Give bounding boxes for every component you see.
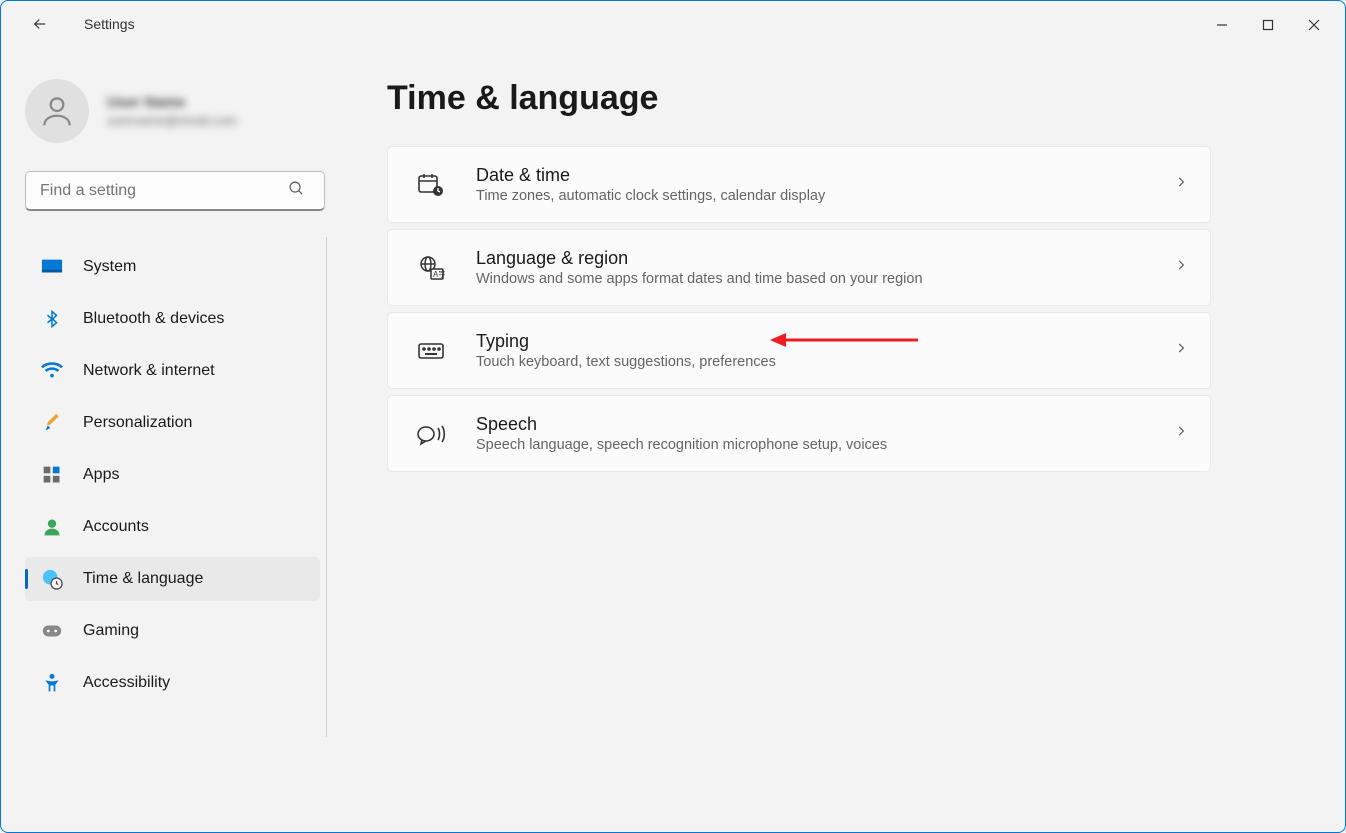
setting-date-time[interactable]: Date & time Time zones, automatic clock … [387, 146, 1211, 223]
sidebar-item-label: Accessibility [83, 674, 170, 692]
gaming-icon [41, 623, 63, 639]
setting-desc: Touch keyboard, text suggestions, prefer… [476, 354, 776, 370]
sidebar-item-apps[interactable]: Apps [25, 453, 320, 497]
sidebar-item-label: Time & language [83, 570, 203, 588]
back-button[interactable] [20, 4, 60, 44]
sidebar-item-accessibility[interactable]: Accessibility [25, 661, 320, 705]
globe-translate-icon: A字 [416, 255, 446, 281]
setting-typing[interactable]: Typing Touch keyboard, text suggestions,… [387, 312, 1211, 389]
accounts-icon [41, 517, 63, 537]
setting-desc: Windows and some apps format dates and t… [476, 271, 923, 287]
calendar-clock-icon [416, 172, 446, 198]
nav: System Bluetooth & devices Network & int… [25, 237, 327, 737]
wifi-icon [41, 362, 63, 380]
sidebar-item-label: Network & internet [83, 362, 215, 380]
paintbrush-icon [41, 413, 63, 433]
maximize-icon [1262, 19, 1274, 31]
sidebar-item-gaming[interactable]: Gaming [25, 609, 320, 653]
close-button[interactable] [1291, 9, 1337, 41]
person-icon [38, 92, 76, 130]
avatar [25, 79, 89, 143]
setting-speech[interactable]: Speech Speech language, speech recogniti… [387, 395, 1211, 472]
sidebar-item-label: Bluetooth & devices [83, 310, 224, 328]
accessibility-icon [41, 672, 63, 694]
account-name: User Name [107, 94, 237, 111]
titlebar [1, 1, 1345, 49]
maximize-button[interactable] [1245, 9, 1291, 41]
sidebar-item-label: System [83, 258, 136, 276]
minimize-icon [1216, 19, 1228, 31]
time-language-icon [41, 568, 63, 590]
bluetooth-icon [41, 308, 63, 330]
apps-icon [41, 465, 63, 485]
chevron-right-icon [1174, 258, 1188, 277]
account-block[interactable]: User Name username@email.com [25, 79, 327, 143]
system-icon [41, 258, 63, 276]
sidebar-item-time-language[interactable]: Time & language [25, 557, 320, 601]
search-icon [288, 180, 305, 202]
keyboard-icon [416, 341, 446, 361]
setting-title: Language & region [476, 248, 923, 269]
sidebar-item-label: Accounts [83, 518, 149, 536]
close-icon [1308, 19, 1320, 31]
main-content: Time & language Date & time Time zones, … [331, 49, 1345, 832]
setting-desc: Time zones, automatic clock settings, ca… [476, 188, 825, 204]
sidebar-item-label: Gaming [83, 622, 139, 640]
speech-icon [416, 422, 446, 446]
sidebar-item-personalization[interactable]: Personalization [25, 401, 320, 445]
svg-text:A字: A字 [433, 269, 445, 279]
sidebar-item-label: Apps [83, 466, 119, 484]
setting-title: Typing [476, 331, 776, 352]
sidebar-item-accounts[interactable]: Accounts [25, 505, 320, 549]
app-title: Settings [84, 16, 135, 32]
search-input[interactable] [25, 171, 325, 211]
chevron-right-icon [1174, 341, 1188, 360]
minimize-button[interactable] [1199, 9, 1245, 41]
arrow-left-icon [31, 15, 49, 33]
sidebar-item-label: Personalization [83, 414, 192, 432]
sidebar-item-network[interactable]: Network & internet [25, 349, 320, 393]
setting-title: Date & time [476, 165, 825, 186]
setting-desc: Speech language, speech recognition micr… [476, 437, 887, 453]
chevron-right-icon [1174, 424, 1188, 443]
chevron-right-icon [1174, 175, 1188, 194]
page-title: Time & language [387, 79, 1309, 118]
sidebar-item-system[interactable]: System [25, 245, 320, 289]
account-email: username@email.com [107, 113, 237, 128]
setting-language-region[interactable]: A字 Language & region Windows and some ap… [387, 229, 1211, 306]
sidebar-item-bluetooth[interactable]: Bluetooth & devices [25, 297, 320, 341]
sidebar: User Name username@email.com System Blue… [1, 49, 331, 832]
setting-title: Speech [476, 414, 887, 435]
